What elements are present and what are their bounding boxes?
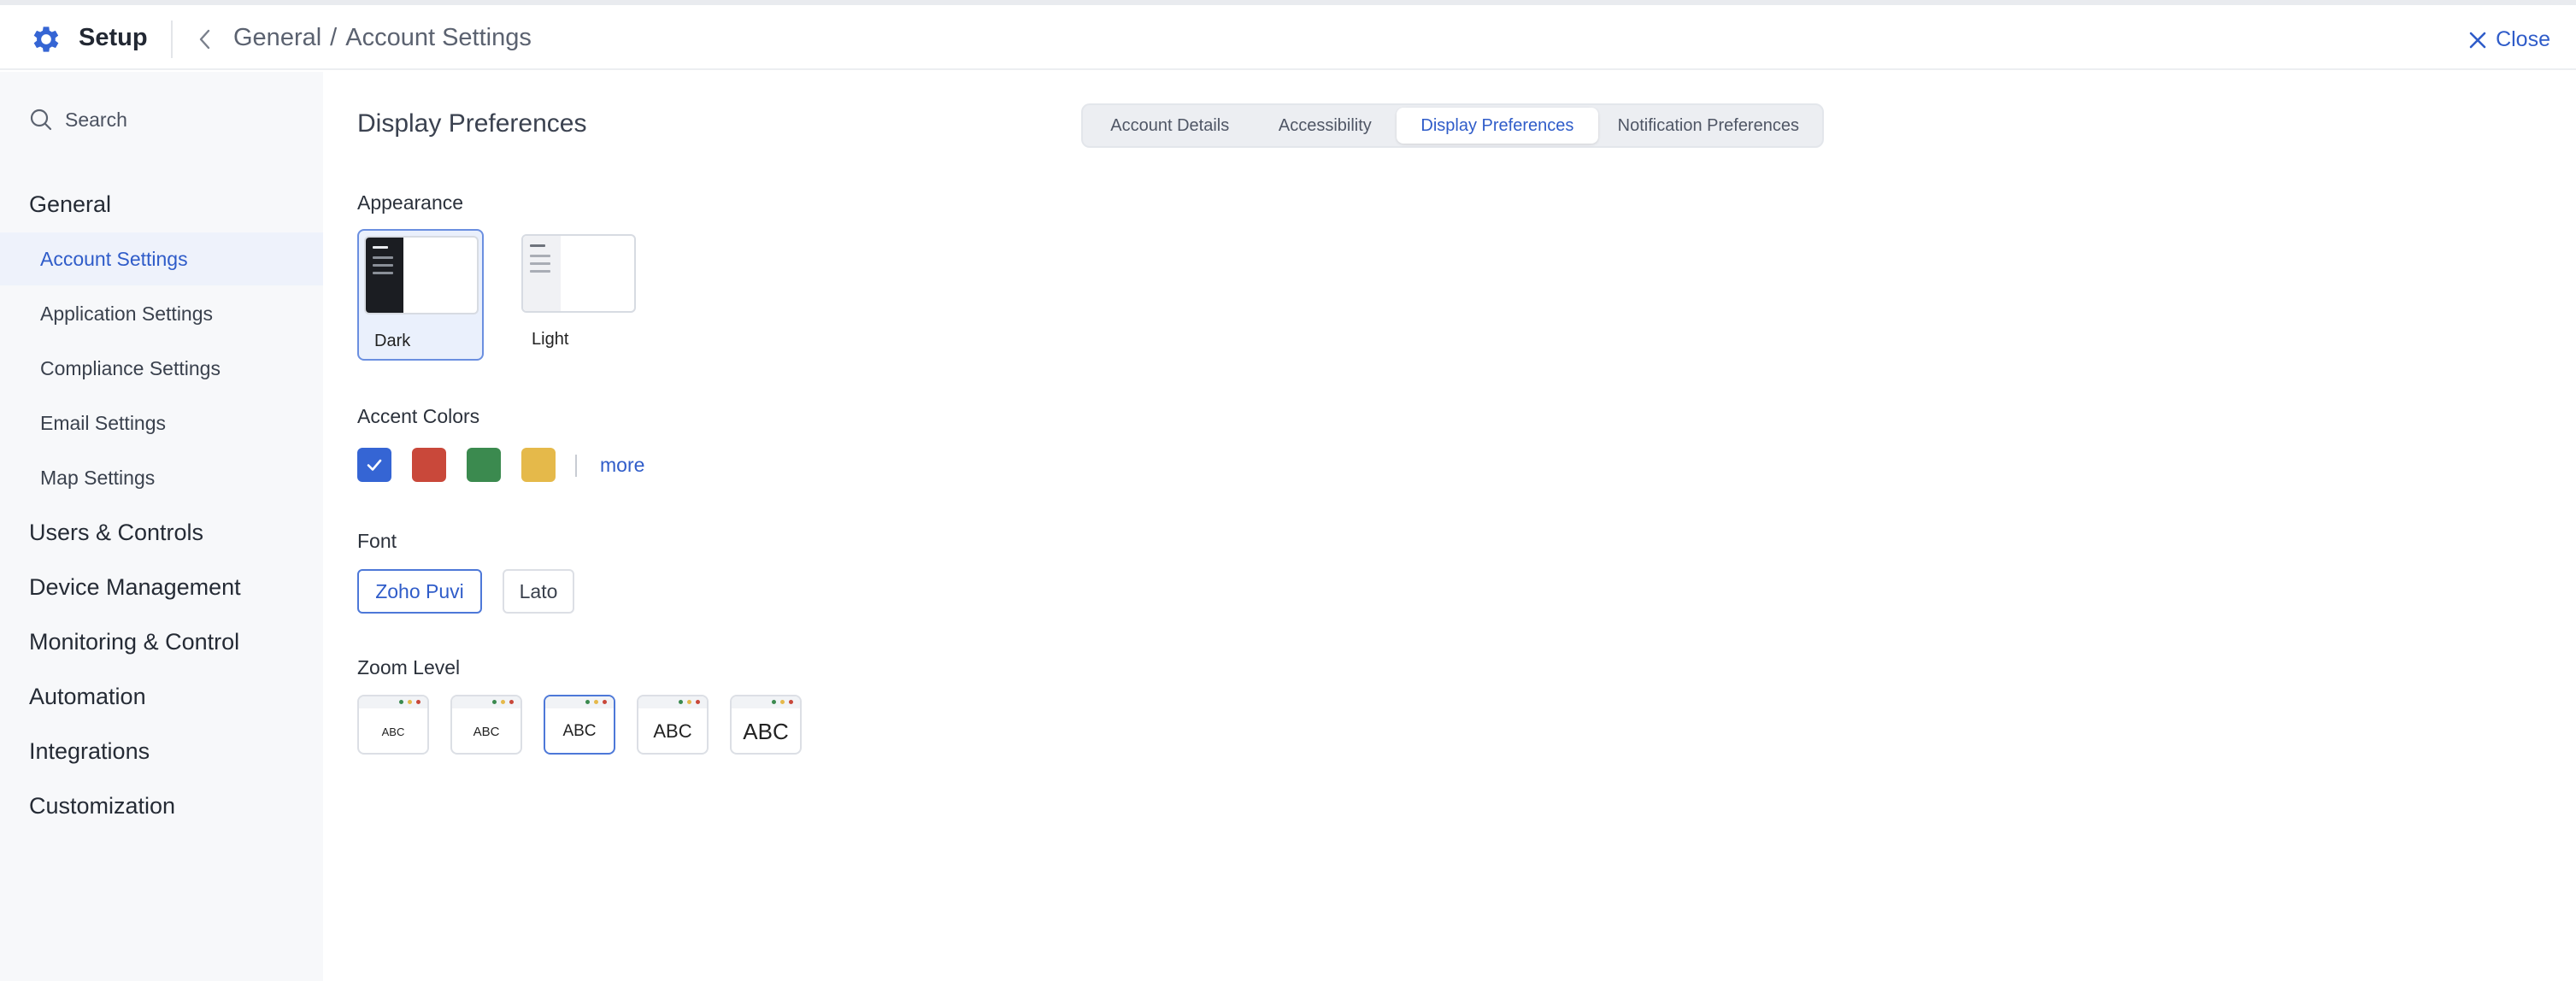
tab-account-details[interactable]: Account Details bbox=[1086, 108, 1254, 144]
sidebar-item-account-settings[interactable]: Account Settings bbox=[0, 232, 323, 285]
close-button[interactable]: Close bbox=[2468, 27, 2550, 52]
header: Setup General / Account Settings Close bbox=[0, 5, 2576, 70]
tab-notification-preferences[interactable]: Notification Preferences bbox=[1598, 108, 1819, 144]
font-option-zoho-puvi[interactable]: Zoho Puvi bbox=[357, 569, 482, 614]
light-theme-thumbnail-icon bbox=[521, 234, 636, 313]
appearance-label: Appearance bbox=[357, 191, 464, 214]
accent-swatch-blue[interactable] bbox=[357, 448, 391, 482]
search-icon bbox=[30, 109, 52, 131]
sidebar-group-automation[interactable]: Automation bbox=[29, 684, 146, 710]
sidebar-group-monitoring-control[interactable]: Monitoring & Control bbox=[29, 629, 239, 655]
close-label: Close bbox=[2496, 27, 2550, 51]
theme-label-dark: Dark bbox=[374, 332, 411, 350]
window-dots-icon bbox=[585, 700, 607, 704]
search-input[interactable]: Search bbox=[29, 108, 127, 132]
back-chevron-icon[interactable] bbox=[195, 27, 215, 51]
sidebar-item-application-settings[interactable]: Application Settings bbox=[0, 287, 323, 340]
close-icon bbox=[2469, 32, 2486, 48]
font-label: Font bbox=[357, 530, 397, 552]
sidebar-item-email-settings[interactable]: Email Settings bbox=[0, 397, 323, 449]
breadcrumb-separator: / bbox=[330, 24, 338, 51]
zoom-level-label: Zoom Level bbox=[357, 656, 461, 678]
theme-option-dark[interactable]: Dark bbox=[357, 229, 484, 361]
sidebar-item-map-settings[interactable]: Map Settings bbox=[0, 451, 323, 504]
window-dots-icon bbox=[772, 700, 793, 704]
tab-accessibility[interactable]: Accessibility bbox=[1254, 108, 1397, 144]
zoom-option-3[interactable]: ABC bbox=[544, 695, 615, 755]
window-dots-icon bbox=[492, 700, 514, 704]
breadcrumb-parent[interactable]: General bbox=[233, 24, 321, 51]
settings-tabs: Account Details Accessibility Display Pr… bbox=[1081, 103, 1824, 148]
tab-display-preferences[interactable]: Display Preferences bbox=[1397, 108, 1598, 144]
zoom-option-1[interactable]: ABC bbox=[357, 695, 429, 755]
sidebar-group-customization[interactable]: Customization bbox=[29, 793, 175, 819]
gear-icon bbox=[33, 26, 59, 52]
accent-swatch-green[interactable] bbox=[467, 448, 501, 482]
sidebar-group-integrations[interactable]: Integrations bbox=[29, 738, 150, 765]
header-divider bbox=[171, 21, 173, 58]
page-title: Display Preferences bbox=[357, 109, 587, 138]
sidebar-group-general[interactable]: General bbox=[29, 191, 111, 218]
theme-label-light: Light bbox=[532, 330, 569, 349]
zoom-sample-text: ABC bbox=[743, 718, 789, 744]
more-colors-link[interactable]: more bbox=[600, 454, 644, 477]
zoom-sample-text: ABC bbox=[653, 720, 692, 742]
window-dots-icon bbox=[399, 700, 421, 704]
check-icon bbox=[367, 459, 382, 471]
zoom-option-2[interactable]: ABC bbox=[450, 695, 522, 755]
theme-option-light[interactable]: Light bbox=[516, 229, 643, 361]
window-dots-icon bbox=[679, 700, 700, 704]
zoom-sample-text: ABC bbox=[473, 724, 500, 739]
zoom-sample-text: ABC bbox=[381, 725, 405, 738]
zoom-sample-text: ABC bbox=[562, 722, 597, 740]
sidebar-group-device-management[interactable]: Device Management bbox=[29, 574, 241, 601]
swatch-divider bbox=[575, 455, 577, 477]
breadcrumb: General / Account Settings bbox=[233, 24, 532, 52]
zoom-option-5[interactable]: ABC bbox=[730, 695, 802, 755]
sidebar-group-users-controls[interactable]: Users & Controls bbox=[29, 520, 203, 546]
accent-swatch-red[interactable] bbox=[412, 448, 446, 482]
sidebar: Search General Account Settings Applicat… bbox=[0, 72, 323, 981]
sidebar-item-compliance-settings[interactable]: Compliance Settings bbox=[0, 342, 323, 395]
breadcrumb-current: Account Settings bbox=[345, 24, 532, 51]
search-placeholder: Search bbox=[65, 108, 127, 131]
dark-theme-thumbnail-icon bbox=[364, 236, 479, 314]
app-title: Setup bbox=[79, 24, 148, 51]
zoom-option-4[interactable]: ABC bbox=[637, 695, 709, 755]
accent-colors-label: Accent Colors bbox=[357, 405, 480, 427]
accent-swatch-yellow[interactable] bbox=[521, 448, 556, 482]
font-option-lato[interactable]: Lato bbox=[503, 569, 574, 614]
